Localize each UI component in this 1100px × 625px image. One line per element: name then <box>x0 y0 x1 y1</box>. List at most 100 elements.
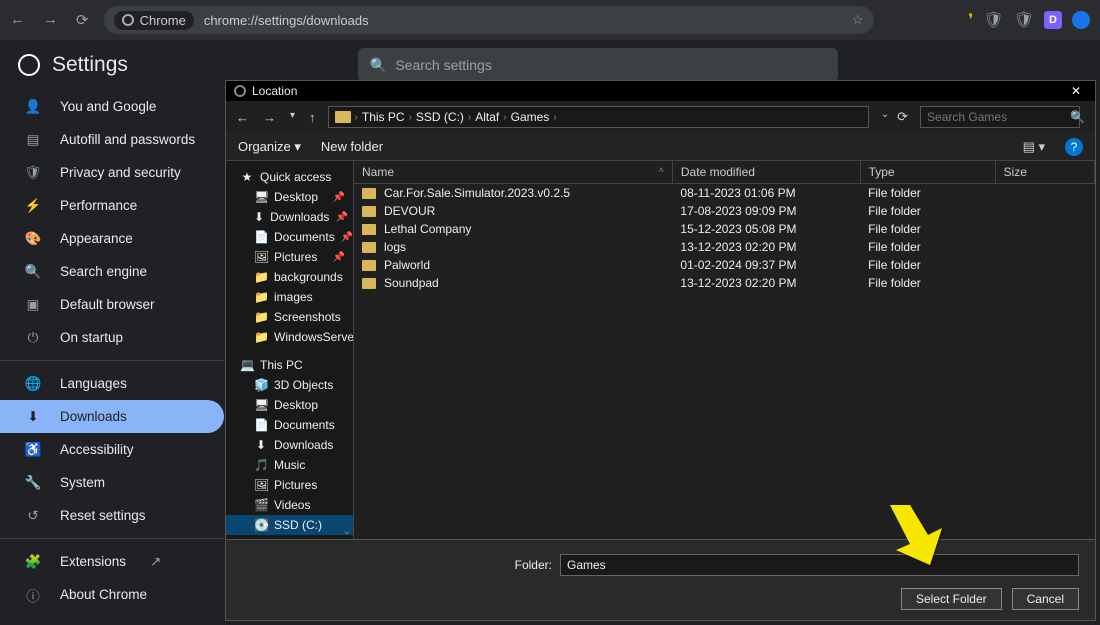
forward-icon[interactable]: → <box>43 11 58 29</box>
ext-icon-1[interactable]: ❜ <box>968 10 973 30</box>
breadcrumb-dropdown-icon[interactable]: ⌄ <box>881 109 889 125</box>
breadcrumb-segment[interactable]: This PC <box>362 110 405 124</box>
bookmark-star-icon[interactable]: ☆ <box>852 12 864 28</box>
table-row[interactable]: Car.For.Sale.Simulator.2023.v0.2.508-11-… <box>354 184 1095 203</box>
table-row[interactable]: Palworld01-02-2024 09:37 PMFile folder <box>354 256 1095 274</box>
sidebar-item-on-startup[interactable]: ⏻On startup <box>0 321 224 354</box>
tree-item-pictures[interactable]: 🖼Pictures📌 <box>226 247 353 267</box>
back-icon[interactable]: ← <box>10 11 25 29</box>
close-icon[interactable]: ✕ <box>1065 84 1087 98</box>
sidebar-item-performance[interactable]: ⚡Performance <box>0 189 224 222</box>
tree-item-screenshots[interactable]: 📁Screenshots <box>226 307 353 327</box>
table-row[interactable]: logs13-12-2023 02:20 PMFile folder <box>354 238 1095 256</box>
breadcrumb-segment[interactable]: SSD (C:) <box>416 110 464 124</box>
profile-avatar-icon[interactable] <box>1072 11 1090 29</box>
tree-item-icon: 📁 <box>254 310 268 324</box>
table-row[interactable]: DEVOUR17-08-2023 09:09 PMFile folder <box>354 202 1095 220</box>
tree-item-desktop[interactable]: 🖥Desktop📌 <box>226 187 353 207</box>
sidebar-item-autofill-and-passwords[interactable]: ▤Autofill and passwords <box>0 123 224 156</box>
column-header-date-modified[interactable]: Date modified <box>672 161 860 184</box>
refresh-icon[interactable]: ⟳ <box>897 109 908 125</box>
tree-item-icon: 📁 <box>254 270 268 284</box>
tree-item-desktop[interactable]: 🖥Desktop <box>226 395 353 415</box>
sidebar-item-about-chrome[interactable]: ⓘAbout Chrome <box>0 578 224 611</box>
ext-icon-3[interactable]: 🛡 <box>1014 10 1034 30</box>
search-icon[interactable]: 🔍 <box>1070 110 1085 124</box>
select-folder-button[interactable]: Select Folder <box>901 588 1002 610</box>
chrome-logo-icon <box>18 54 40 76</box>
tree-item-backgrounds[interactable]: 📁backgrounds <box>226 267 353 287</box>
sidebar-item-appearance[interactable]: 🎨Appearance <box>0 222 224 255</box>
sidebar-icon: ▤ <box>24 132 42 148</box>
sidebar-item-privacy-and-security[interactable]: 🛡Privacy and security <box>0 156 224 189</box>
pin-icon: 📌 <box>333 192 345 203</box>
tree-item-label: Pictures <box>274 250 317 264</box>
sidebar-item-default-browser[interactable]: ▣Default browser <box>0 288 224 321</box>
nav-back-icon[interactable]: ← <box>236 110 249 125</box>
nav-up-icon[interactable]: ↑ <box>309 110 316 125</box>
tree-item-downloads[interactable]: ⬇Downloads📌 <box>226 207 353 227</box>
nav-forward-icon[interactable]: → <box>263 110 276 125</box>
tree-item-quick-access[interactable]: ★Quick access <box>226 167 353 187</box>
sidebar-item-label: Appearance <box>60 231 133 246</box>
column-header-size[interactable]: Size <box>995 161 1094 184</box>
tree-item-ssd-c-[interactable]: 💽SSD (C:) <box>226 515 353 535</box>
dialog-search-input[interactable] <box>920 106 1080 128</box>
tree-item-label: SSD (C:) <box>274 518 322 532</box>
organize-menu[interactable]: Organize ▾ <box>238 139 301 155</box>
sidebar-item-reset-settings[interactable]: ↺Reset settings <box>0 499 224 532</box>
tree-item--d-objects[interactable]: 🧊3D Objects <box>226 375 353 395</box>
sidebar-item-label: Extensions <box>60 554 126 569</box>
sidebar-icon: 👤 <box>24 99 42 115</box>
sidebar-icon: 🔧 <box>24 475 42 491</box>
tree-item-pictures[interactable]: 🖼Pictures <box>226 475 353 495</box>
external-link-icon: ↗ <box>150 554 161 570</box>
tree-item-music[interactable]: 🎵Music <box>226 455 353 475</box>
sidebar-icon: ⏻ <box>24 330 42 346</box>
view-mode-button[interactable]: ▤ ▾ <box>1023 139 1045 155</box>
address-bar[interactable]: Chrome chrome://settings/downloads ☆ <box>104 6 874 34</box>
sidebar-item-system[interactable]: 🔧System <box>0 466 224 499</box>
chevron-right-icon: › <box>553 112 556 123</box>
tree-item-videos[interactable]: 🎬Videos <box>226 495 353 515</box>
ext-icon-4[interactable]: D <box>1044 11 1062 29</box>
column-header-name[interactable]: Name ˄ <box>354 161 672 184</box>
pin-icon: 📌 <box>341 232 353 243</box>
tree-item-images[interactable]: 📁images <box>226 287 353 307</box>
tree-item-windowsserver[interactable]: 📁WindowsServer <box>226 327 353 347</box>
breadcrumb[interactable]: › This PC›SSD (C:)›Altaf›Games› <box>328 106 869 128</box>
sidebar-item-languages[interactable]: 🌐Languages <box>0 367 224 400</box>
sidebar-item-label: Downloads <box>60 409 127 424</box>
tree-item-this-pc[interactable]: 💻 This PC <box>226 355 353 375</box>
column-header-type[interactable]: Type <box>860 161 995 184</box>
help-icon[interactable]: ? <box>1065 138 1083 156</box>
tree-item-downloads[interactable]: ⬇Downloads <box>226 435 353 455</box>
table-row[interactable]: Soundpad13-12-2023 02:20 PMFile folder <box>354 274 1095 292</box>
new-folder-button[interactable]: New folder <box>321 139 383 154</box>
tree-item-documents[interactable]: 📄Documents <box>226 415 353 435</box>
sidebar-item-extensions[interactable]: 🧩Extensions↗ <box>0 545 224 578</box>
reload-icon[interactable]: ⟳ <box>76 11 89 29</box>
chevron-right-icon: › <box>409 112 412 123</box>
tree-scroll-down-icon[interactable]: ⌄ <box>343 526 351 537</box>
folder-name-input[interactable] <box>560 554 1079 576</box>
search-settings-input[interactable]: 🔍 Search settings <box>358 48 838 82</box>
table-row[interactable]: Lethal Company15-12-2023 05:08 PMFile fo… <box>354 220 1095 238</box>
cancel-button[interactable]: Cancel <box>1012 588 1079 610</box>
dialog-tree-panel: ★Quick access🖥Desktop📌⬇Downloads📌📄Docume… <box>226 161 354 539</box>
ext-icon-2[interactable]: 🛡 <box>983 10 1003 30</box>
tree-item-label: This PC <box>260 358 303 372</box>
sidebar-item-label: Performance <box>60 198 137 213</box>
tree-item-icon: 💻 <box>240 358 254 372</box>
sort-indicator-icon: ˄ <box>659 165 664 175</box>
sidebar-item-accessibility[interactable]: ♿Accessibility <box>0 433 224 466</box>
breadcrumb-segment[interactable]: Games <box>511 110 550 124</box>
sidebar-item-search-engine[interactable]: 🔍Search engine <box>0 255 224 288</box>
sidebar-item-downloads[interactable]: ⬇Downloads <box>0 400 224 433</box>
nav-recent-icon[interactable]: ▾ <box>290 110 295 125</box>
sidebar-item-you-and-google[interactable]: 👤You and Google <box>0 90 224 123</box>
dialog-bottom-bar: Folder: Select Folder Cancel <box>226 539 1095 620</box>
breadcrumb-segment[interactable]: Altaf <box>475 110 499 124</box>
tree-item-label: Downloads <box>274 438 333 452</box>
tree-item-documents[interactable]: 📄Documents📌 <box>226 227 353 247</box>
